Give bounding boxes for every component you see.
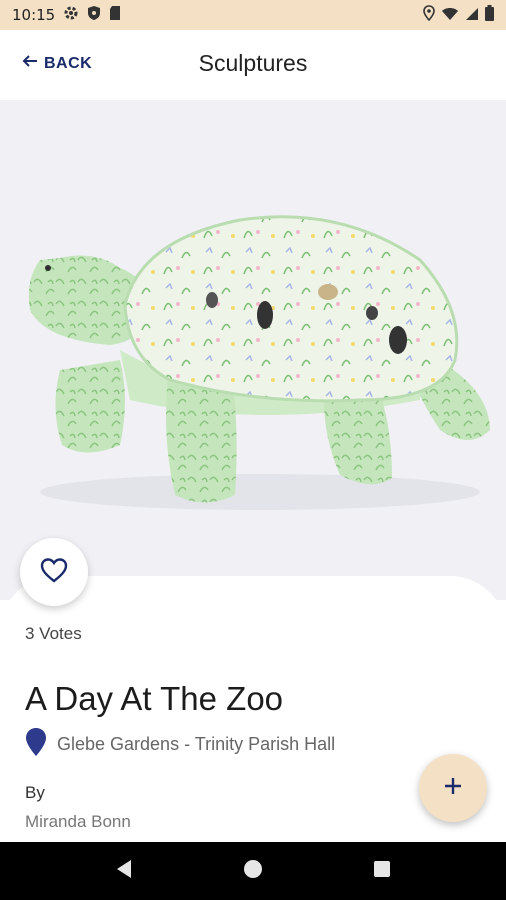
sculpture-image bbox=[0, 100, 506, 600]
page-title: Sculptures bbox=[198, 50, 308, 76]
system-nav-bar bbox=[0, 842, 506, 900]
map-pin-icon bbox=[25, 727, 47, 762]
status-right bbox=[423, 5, 494, 25]
location-icon bbox=[423, 5, 435, 25]
signal-icon bbox=[465, 6, 479, 25]
vote-count: 3 Votes bbox=[25, 624, 82, 643]
location-label: Glebe Gardens - Trinity Parish Hall bbox=[57, 734, 336, 754]
add-button[interactable] bbox=[419, 754, 487, 822]
wifi-icon bbox=[441, 6, 459, 25]
home-circle-icon[interactable] bbox=[243, 859, 263, 883]
tortoise-illustration bbox=[28, 215, 490, 510]
back-triangle-icon[interactable] bbox=[115, 859, 133, 883]
sculpture-name: A Day At The Zoo bbox=[25, 680, 284, 717]
location-link[interactable]: Glebe Gardens - Trinity Parish Hall bbox=[25, 727, 335, 762]
status-time: 10:15 bbox=[12, 6, 56, 24]
status-left: 10:15 bbox=[12, 5, 121, 25]
settings-icon bbox=[63, 5, 79, 25]
artist-name: Miranda Bonn bbox=[25, 812, 131, 831]
by-label: By bbox=[25, 783, 45, 802]
app-bar: BACK Sculptures bbox=[0, 30, 506, 100]
recents-square-icon[interactable] bbox=[373, 860, 391, 882]
plus-icon bbox=[442, 775, 464, 801]
sd-card-icon bbox=[109, 5, 121, 25]
status-bar: 10:15 bbox=[0, 0, 506, 30]
heart-icon bbox=[40, 557, 68, 587]
favorite-button[interactable] bbox=[20, 538, 88, 606]
battery-icon bbox=[485, 5, 494, 25]
shield-icon bbox=[87, 5, 101, 25]
